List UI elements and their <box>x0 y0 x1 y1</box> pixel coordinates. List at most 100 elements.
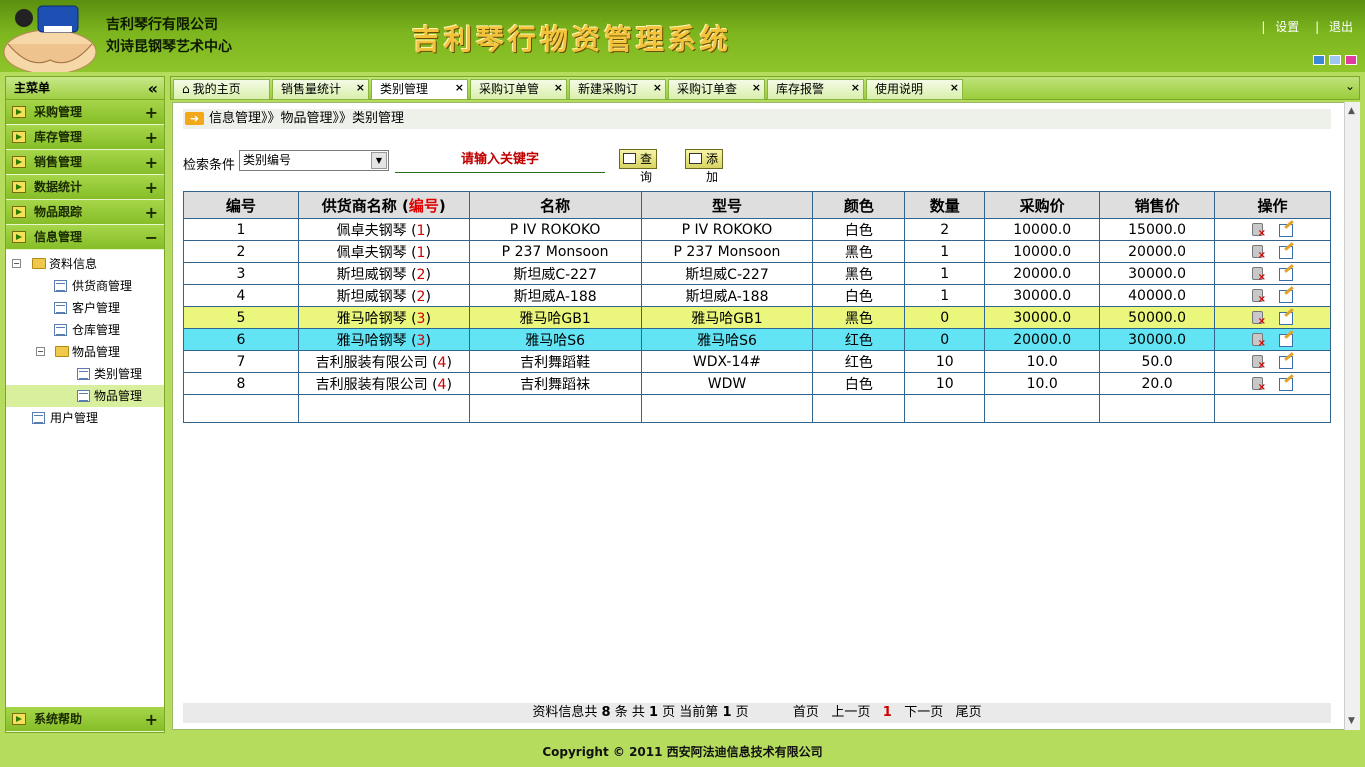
tab-close-icon[interactable]: × <box>851 78 860 97</box>
tree-node-goods[interactable]: 物品管理 <box>6 385 164 407</box>
tab-close-icon[interactable]: × <box>752 78 761 97</box>
delete-icon[interactable] <box>1251 377 1266 393</box>
add-button[interactable]: 添加 <box>685 149 724 184</box>
table-row[interactable]: 7 吉利服装有限公司 (4) 吉利舞蹈鞋 WDX-14# 红色 10 10.0 50.0 <box>183 350 1331 373</box>
tab-close-icon[interactable]: × <box>950 78 959 97</box>
breadcrumb: ➜ 信息管理》》物品管理》》类别管理 <box>183 109 1331 129</box>
tab-close-icon[interactable]: × <box>653 78 662 97</box>
delete-icon[interactable] <box>1251 223 1266 239</box>
cell-supplier: 佩卓夫钢琴 (1) <box>297 240 470 263</box>
edit-icon[interactable] <box>1279 223 1294 237</box>
dropdown-arrow-icon[interactable]: ▼ <box>371 152 387 169</box>
tab-category[interactable]: 类别管理 × <box>371 79 468 100</box>
tree-node-category[interactable]: 类别管理 <box>6 363 164 385</box>
sidebar-item-inventory[interactable]: 库存管理 + <box>6 125 164 150</box>
last-page-link[interactable]: 尾页 <box>956 705 982 720</box>
logout-link[interactable]: 退出 <box>1329 20 1353 34</box>
edit-icon[interactable] <box>1279 377 1294 391</box>
delete-icon[interactable] <box>1251 267 1266 283</box>
content-panel: ➜ 信息管理》》物品管理》》类别管理 检索条件 类别编号 ▼ 请输入关键字 查询… <box>172 102 1360 730</box>
table-row[interactable]: 2 佩卓夫钢琴 (1) P 237 Monsoon P 237 Monsoon 黑色 1 1… <box>183 240 1331 263</box>
tree-node-data-info[interactable]: − 资料信息 <box>6 253 164 275</box>
tree-node-user[interactable]: 用户管理 <box>6 407 164 429</box>
cell-sale-price: 40000.0 <box>1099 284 1216 307</box>
expand-icon[interactable]: + <box>145 150 158 175</box>
empty-cell <box>1099 394 1216 423</box>
cell-model: P 237 Monsoon <box>640 240 814 263</box>
page-number-link[interactable]: 1 <box>883 705 892 720</box>
minimize-icon[interactable] <box>1313 55 1325 65</box>
keyword-input[interactable]: 请输入关键字 <box>395 149 605 173</box>
close-icon[interactable] <box>1345 55 1357 65</box>
tab-purchase-query[interactable]: 采购订单查 × <box>668 79 765 100</box>
prev-page-link[interactable]: 上一页 <box>831 705 870 720</box>
tree-node-goods-group[interactable]: − 物品管理 <box>6 341 164 363</box>
edit-icon[interactable] <box>1279 289 1294 303</box>
cell-qty: 0 <box>904 328 986 351</box>
delete-icon[interactable] <box>1251 355 1266 371</box>
tree-collapse-icon[interactable]: − <box>12 259 21 268</box>
next-page-link[interactable]: 下一页 <box>904 705 943 720</box>
vertical-scrollbar[interactable]: ▲ ▼ <box>1344 102 1360 730</box>
scroll-up-icon[interactable]: ▲ <box>1348 106 1355 116</box>
tab-overflow-icon[interactable]: ⌄ <box>1345 79 1355 93</box>
table-row[interactable]: 4 斯坦威钢琴 (2) 斯坦威A-188 斯坦威A-188 白色 1 30000.0 4000… <box>183 284 1331 307</box>
sidebar-item-purchase[interactable]: 采购管理 + <box>6 100 164 125</box>
table-row[interactable]: 5 雅马哈钢琴 (3) 雅马哈GB1 雅马哈GB1 黑色 0 30000.0 50000.0 <box>183 306 1331 329</box>
settings-link[interactable]: 设置 <box>1275 20 1299 34</box>
table-row[interactable]: 3 斯坦威钢琴 (2) 斯坦威C-227 斯坦威C-227 黑色 1 20000.0 3000… <box>183 262 1331 285</box>
cell-color: 黑色 <box>812 306 906 329</box>
tab-stock-alert[interactable]: 库存报警 × <box>767 79 864 100</box>
collapse-icon[interactable]: « <box>148 77 158 100</box>
first-page-link[interactable]: 首页 <box>793 705 819 720</box>
search-field-select[interactable]: 类别编号 ▼ <box>239 150 389 171</box>
delete-icon[interactable] <box>1251 311 1266 327</box>
tab-close-icon[interactable]: × <box>455 78 464 97</box>
tab-new-purchase[interactable]: 新建采购订 × <box>569 79 666 100</box>
table-row[interactable]: 1 佩卓夫钢琴 (1) P IV ROKOKO P IV ROKOKO 白色 2 10000… <box>183 218 1331 241</box>
sidebar-item-tracking[interactable]: 物品跟踪 + <box>6 200 164 225</box>
tab-sales-stats[interactable]: 销售量统计 × <box>272 79 369 100</box>
tab-close-icon[interactable]: × <box>554 78 563 97</box>
tab-purchase-orders[interactable]: 采购订单管 × <box>470 79 567 100</box>
collapse-section-icon[interactable]: − <box>145 225 158 250</box>
sidebar-item-statistics[interactable]: 数据统计 + <box>6 175 164 200</box>
pager: 资料信息共 8 条 共 1 页 当前第 1 页 首页 上一页 1 下一页 尾页 <box>183 703 1331 723</box>
scroll-down-icon[interactable]: ▼ <box>1348 716 1355 726</box>
expand-icon[interactable]: + <box>145 175 158 200</box>
table-row[interactable]: 8 吉利服装有限公司 (4) 吉利舞蹈袜 WDW 白色 10 10.0 20.0 <box>183 372 1331 395</box>
tab-home[interactable]: ⌂ 我的主页 <box>173 79 270 100</box>
tree-node-customer[interactable]: 客户管理 <box>6 297 164 319</box>
edit-icon[interactable] <box>1279 267 1294 281</box>
expand-icon[interactable]: + <box>145 125 158 150</box>
restore-icon[interactable] <box>1329 55 1341 65</box>
query-button[interactable]: 查询 <box>619 149 658 184</box>
tree-node-supplier[interactable]: 供货商管理 <box>6 275 164 297</box>
cell-sale-price: 50000.0 <box>1099 306 1216 329</box>
sidebar-item-sales[interactable]: 销售管理 + <box>6 150 164 175</box>
delete-icon[interactable] <box>1251 245 1266 261</box>
tree-collapse-icon[interactable]: − <box>36 347 45 356</box>
edit-icon[interactable] <box>1279 355 1294 369</box>
col-color: 颜色 <box>812 191 906 219</box>
cell-id: 1 <box>183 218 299 241</box>
cell-qty: 0 <box>904 306 986 329</box>
expand-icon[interactable]: + <box>145 707 158 732</box>
table-row[interactable]: 6 雅马哈钢琴 (3) 雅马哈S6 雅马哈S6 红色 0 20000.0 30000.0 <box>183 328 1331 351</box>
expand-icon[interactable]: + <box>145 200 158 225</box>
tab-manual[interactable]: 使用说明 × <box>866 79 963 100</box>
edit-icon[interactable] <box>1279 245 1294 259</box>
sidebar-item-help[interactable]: 系统帮助 + <box>6 707 164 732</box>
total-pages: 1 <box>648 705 659 720</box>
expand-icon[interactable]: + <box>145 100 158 125</box>
edit-icon[interactable] <box>1279 333 1294 347</box>
delete-icon[interactable] <box>1251 333 1266 349</box>
tab-close-icon[interactable]: × <box>356 78 365 97</box>
tree-node-warehouse[interactable]: 仓库管理 <box>6 319 164 341</box>
edit-icon[interactable] <box>1279 311 1294 325</box>
delete-icon[interactable] <box>1251 289 1266 305</box>
cell-id: 3 <box>183 262 299 285</box>
sidebar-item-info[interactable]: 信息管理 − <box>6 225 164 250</box>
cell-operations <box>1214 284 1331 307</box>
empty-cell <box>183 394 299 423</box>
